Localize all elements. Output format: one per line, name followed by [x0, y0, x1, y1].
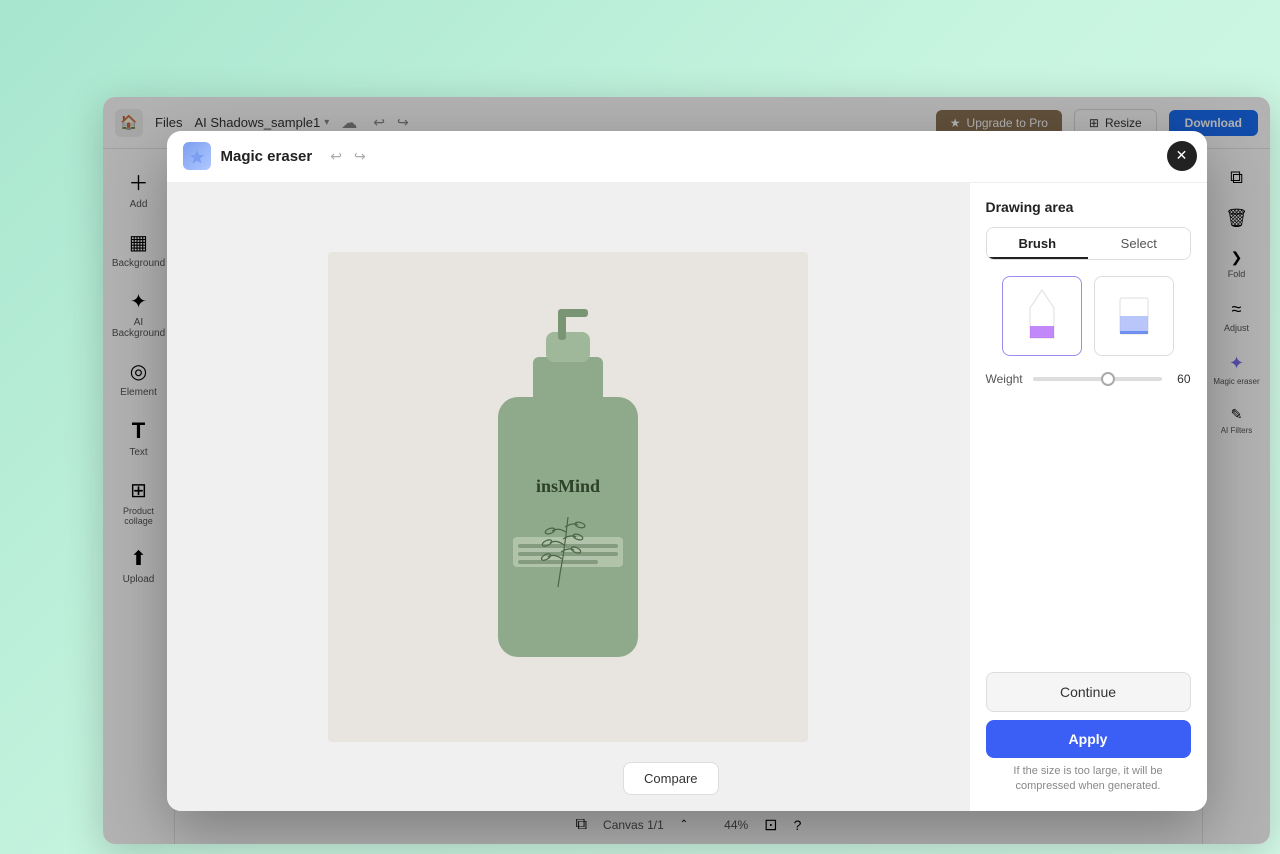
svg-text:insMind: insMind — [535, 476, 599, 496]
modal-right-panel: Drawing area Brush Select — [969, 183, 1207, 811]
modal-footer: Continue Apply If the size is too large,… — [986, 672, 1191, 795]
modal-title: Magic eraser — [221, 148, 313, 165]
drawing-area-title: Drawing area — [986, 199, 1191, 215]
modal-history: ↩ ↪ — [326, 144, 369, 169]
brush-select-tabs: Brush Select — [986, 227, 1191, 260]
modal-close-icon: ✕ — [1176, 147, 1188, 164]
product-image: insMind — [328, 252, 808, 742]
compare-button[interactable]: Compare — [623, 762, 718, 795]
magic-eraser-modal: Magic eraser ↩ ↪ ✕ — [167, 131, 1207, 811]
modal-canvas[interactable]: insMind — [167, 183, 969, 811]
brush-tab[interactable]: Brush — [987, 228, 1089, 259]
weight-label: Weight — [986, 372, 1023, 386]
select-tab[interactable]: Select — [1088, 228, 1190, 259]
brush-options — [986, 276, 1191, 356]
weight-slider[interactable] — [1033, 377, 1162, 381]
modal-redo-button[interactable]: ↪ — [350, 144, 370, 169]
modal-overlay: Magic eraser ↩ ↪ ✕ — [103, 97, 1270, 844]
weight-row: Weight 60 — [986, 372, 1191, 386]
brush-option-selection[interactable] — [1094, 276, 1174, 356]
modal-note: If the size is too large, it will be com… — [986, 764, 1191, 795]
modal-header: Magic eraser ↩ ↪ ✕ — [167, 131, 1207, 183]
modal-icon — [183, 142, 211, 170]
weight-value: 60 — [1172, 372, 1191, 386]
modal-undo-button[interactable]: ↩ — [326, 144, 346, 169]
modal-close-button[interactable]: ✕ — [1167, 141, 1197, 171]
apply-button[interactable]: Apply — [986, 720, 1191, 758]
continue-button[interactable]: Continue — [986, 672, 1191, 712]
brush-option-eraser[interactable] — [1002, 276, 1082, 356]
modal-body: insMind — [167, 183, 1207, 811]
